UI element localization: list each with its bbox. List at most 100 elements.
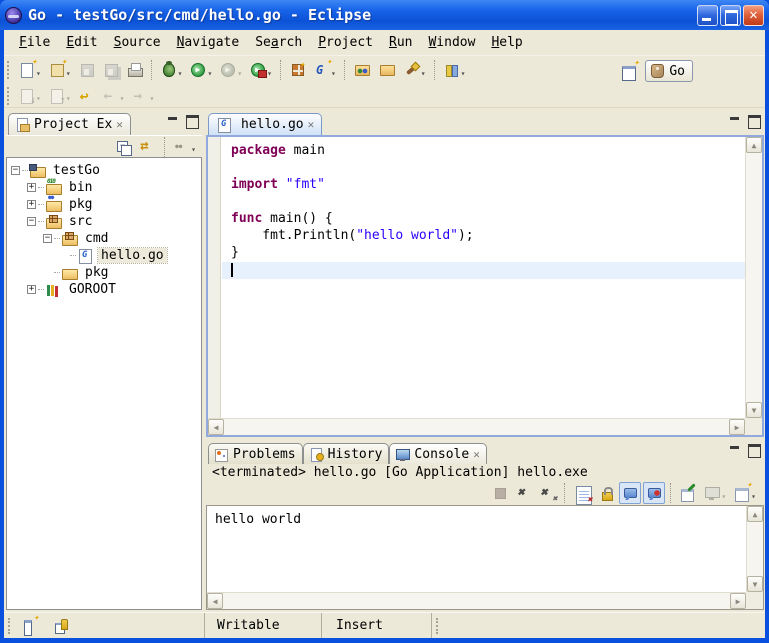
statusbar-insert: Insert bbox=[324, 613, 432, 638]
scroll-down-icon[interactable]: ▼ bbox=[747, 576, 763, 592]
menu-source[interactable]: Source bbox=[107, 32, 168, 53]
scroll-up-icon[interactable]: ▲ bbox=[747, 506, 763, 522]
tree-item-hello.go[interactable]: hello.go bbox=[7, 247, 201, 264]
tree-item-GOROOT[interactable]: +GOROOT bbox=[7, 281, 201, 298]
project-tree[interactable]: −testGo+bin+pkg−src−cmdhello.gopkg+GOROO… bbox=[6, 157, 202, 610]
remove-all-terminated-button[interactable] bbox=[537, 482, 559, 504]
tab-problems[interactable]: Problems bbox=[208, 443, 303, 464]
new-go-project-button[interactable] bbox=[287, 59, 309, 81]
external-tools-button[interactable] bbox=[247, 58, 275, 83]
run-button[interactable] bbox=[187, 58, 215, 83]
editor-vertical-scrollbar[interactable]: ▲ ▼ bbox=[745, 137, 762, 418]
tree-item-bin[interactable]: +bin bbox=[7, 179, 201, 196]
menu-window[interactable]: Window bbox=[421, 32, 482, 53]
close-view-icon[interactable] bbox=[473, 447, 480, 462]
text-caret bbox=[231, 263, 233, 277]
maximize-view-button[interactable] bbox=[747, 114, 760, 126]
tab-console[interactable]: Console bbox=[389, 443, 486, 464]
minimize-view-button[interactable] bbox=[728, 114, 741, 126]
show-stderr-button[interactable] bbox=[643, 482, 665, 504]
open-resource-button[interactable] bbox=[376, 59, 399, 81]
go-perspective-button[interactable]: Go bbox=[645, 60, 693, 82]
new-wizard-icon bbox=[19, 62, 35, 78]
scroll-up-icon[interactable]: ▲ bbox=[746, 137, 762, 153]
scroll-left-icon[interactable]: ◀ bbox=[208, 419, 224, 435]
expand-expander-icon[interactable]: + bbox=[27, 200, 36, 209]
menu-project[interactable]: Project bbox=[311, 32, 380, 53]
tree-item-pkg[interactable]: pkg bbox=[7, 264, 201, 281]
minimize-view-button[interactable] bbox=[728, 443, 741, 455]
editor-horizontal-scrollbar[interactable]: ◀ ▶ bbox=[208, 418, 745, 435]
console-horizontal-scrollbar[interactable]: ◀ ▶ bbox=[207, 592, 746, 609]
maximize-view-button[interactable] bbox=[185, 114, 198, 126]
menu-edit[interactable]: Edit bbox=[59, 32, 104, 53]
scroll-down-icon[interactable]: ▼ bbox=[746, 402, 762, 418]
dropdown-arrow-icon[interactable] bbox=[206, 61, 212, 80]
tab-hello-go[interactable]: hello.go bbox=[208, 113, 322, 135]
open-type-button[interactable] bbox=[351, 59, 374, 81]
dropdown-arrow-icon[interactable] bbox=[190, 137, 196, 156]
dropdown-arrow-icon[interactable] bbox=[119, 86, 125, 105]
search-toolbar-button[interactable] bbox=[401, 58, 429, 83]
trim-stack-button[interactable] bbox=[50, 615, 72, 637]
tab-history[interactable]: History bbox=[303, 443, 390, 464]
collapse-expander-icon[interactable]: − bbox=[27, 217, 36, 226]
dropdown-arrow-icon[interactable] bbox=[177, 61, 183, 80]
dropdown-arrow-icon[interactable] bbox=[236, 61, 242, 80]
scroll-left-icon[interactable]: ◀ bbox=[207, 593, 223, 609]
minimize-window-button[interactable] bbox=[697, 5, 718, 26]
new-wizard-button[interactable] bbox=[16, 58, 44, 83]
menu-navigate[interactable]: Navigate bbox=[170, 32, 247, 53]
link-with-editor-button[interactable] bbox=[137, 136, 159, 158]
maximize-window-button[interactable] bbox=[720, 5, 741, 26]
tree-item-testGo[interactable]: −testGo bbox=[7, 162, 201, 179]
close-window-button[interactable] bbox=[743, 5, 764, 26]
close-view-icon[interactable] bbox=[116, 117, 123, 132]
scroll-lock-button[interactable] bbox=[595, 482, 617, 504]
new-go-element-button[interactable] bbox=[311, 58, 339, 83]
scroll-right-icon[interactable]: ▶ bbox=[729, 419, 745, 435]
console-vertical-scrollbar[interactable]: ▲ ▼ bbox=[746, 506, 763, 592]
collapse-expander-icon[interactable]: − bbox=[11, 166, 20, 175]
expand-expander-icon[interactable]: + bbox=[27, 285, 36, 294]
show-stdout-button[interactable] bbox=[619, 482, 641, 504]
toggle-mark-occurrences-button[interactable] bbox=[441, 58, 469, 83]
clear-console-button[interactable] bbox=[571, 482, 593, 504]
code-area[interactable]: package mainimport "fmt"func main() { fm… bbox=[222, 137, 745, 418]
console-output[interactable]: hello world bbox=[207, 506, 746, 592]
view-menu-button[interactable] bbox=[171, 134, 199, 159]
new-project-button[interactable] bbox=[46, 58, 74, 83]
open-console-button[interactable] bbox=[731, 481, 759, 506]
remove-launch-button[interactable] bbox=[513, 482, 535, 504]
toolbar-grip[interactable] bbox=[7, 87, 10, 105]
menu-search[interactable]: Search bbox=[248, 32, 309, 53]
tab-project-explorer[interactable]: Project Ex bbox=[8, 113, 131, 135]
tree-item-src[interactable]: −src bbox=[7, 213, 201, 230]
menu-run[interactable]: Run bbox=[382, 32, 419, 53]
minimize-view-button[interactable] bbox=[166, 114, 179, 126]
tree-item-cmd[interactable]: −cmd bbox=[7, 230, 201, 247]
show-view-as-fastview-button[interactable] bbox=[18, 615, 40, 637]
open-perspective-button[interactable] bbox=[618, 60, 640, 82]
dropdown-arrow-icon[interactable] bbox=[720, 484, 726, 503]
tree-item-pkg[interactable]: +pkg bbox=[7, 196, 201, 213]
pin-console-button[interactable] bbox=[677, 482, 699, 504]
toolbar-grip[interactable] bbox=[7, 61, 10, 79]
maximize-view-button[interactable] bbox=[747, 443, 760, 455]
eclipse-window: Go - testGo/src/cmd/hello.go - Eclipse F… bbox=[0, 0, 769, 643]
collapse-expander-icon[interactable]: − bbox=[43, 234, 52, 243]
debug-button[interactable] bbox=[158, 58, 186, 83]
last-edit-location-button[interactable] bbox=[76, 85, 98, 107]
menu-file[interactable]: File bbox=[12, 32, 57, 53]
dropdown-arrow-icon[interactable] bbox=[460, 61, 466, 80]
print-button[interactable] bbox=[124, 59, 146, 81]
dropdown-arrow-icon[interactable] bbox=[420, 61, 426, 80]
dropdown-arrow-icon[interactable] bbox=[148, 86, 154, 105]
menu-help[interactable]: Help bbox=[484, 32, 529, 53]
close-editor-icon[interactable] bbox=[308, 117, 315, 132]
collapse-all-button[interactable] bbox=[113, 136, 135, 158]
expand-expander-icon[interactable]: + bbox=[27, 183, 36, 192]
eclipse-logo-icon bbox=[5, 7, 22, 24]
scroll-right-icon[interactable]: ▶ bbox=[730, 593, 746, 609]
titlebar[interactable]: Go - testGo/src/cmd/hello.go - Eclipse bbox=[0, 0, 769, 30]
